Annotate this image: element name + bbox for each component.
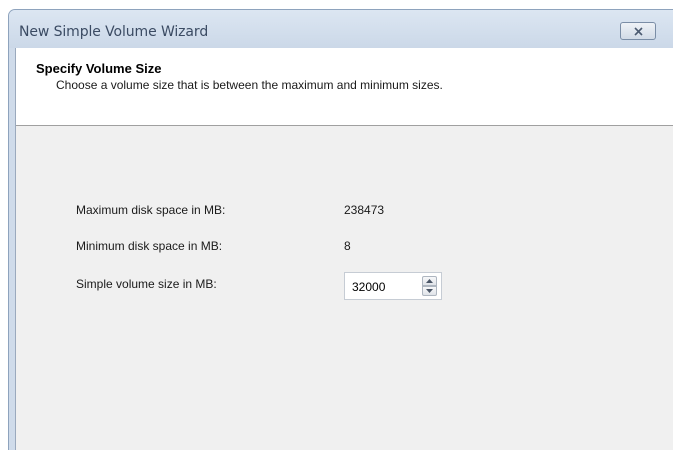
chevron-down-icon [426, 289, 433, 293]
close-icon [633, 26, 643, 36]
spin-up-button[interactable] [422, 276, 437, 286]
max-disk-space-value: 238473 [344, 203, 385, 217]
page-title: Specify Volume Size [36, 61, 162, 76]
wizard-client-area: Specify Volume Size Choose a volume size… [15, 48, 673, 450]
page: New Simple Volume Wizard Specify Volume … [0, 0, 673, 450]
chevron-up-icon [426, 279, 433, 283]
wizard-header: Specify Volume Size Choose a volume size… [16, 48, 673, 126]
wizard-window: New Simple Volume Wizard Specify Volume … [8, 9, 673, 450]
window-title: New Simple Volume Wizard [19, 24, 209, 40]
title-bar[interactable]: New Simple Volume Wizard [9, 10, 673, 48]
volume-size-input[interactable]: 32000 [352, 280, 385, 294]
wizard-body: Maximum disk space in MB: 238473 Minimum… [16, 126, 673, 450]
volume-size-label: Simple volume size in MB: [76, 277, 217, 291]
close-button[interactable] [620, 22, 656, 40]
page-subtitle: Choose a volume size that is between the… [56, 78, 443, 92]
min-disk-space-label: Minimum disk space in MB: [76, 239, 223, 253]
volume-size-stepper[interactable]: 32000 [344, 272, 442, 300]
min-disk-space-value: 8 [344, 239, 351, 253]
max-disk-space-label: Maximum disk space in MB: [76, 203, 226, 217]
spin-down-button[interactable] [422, 286, 437, 296]
spin-buttons [422, 276, 437, 296]
